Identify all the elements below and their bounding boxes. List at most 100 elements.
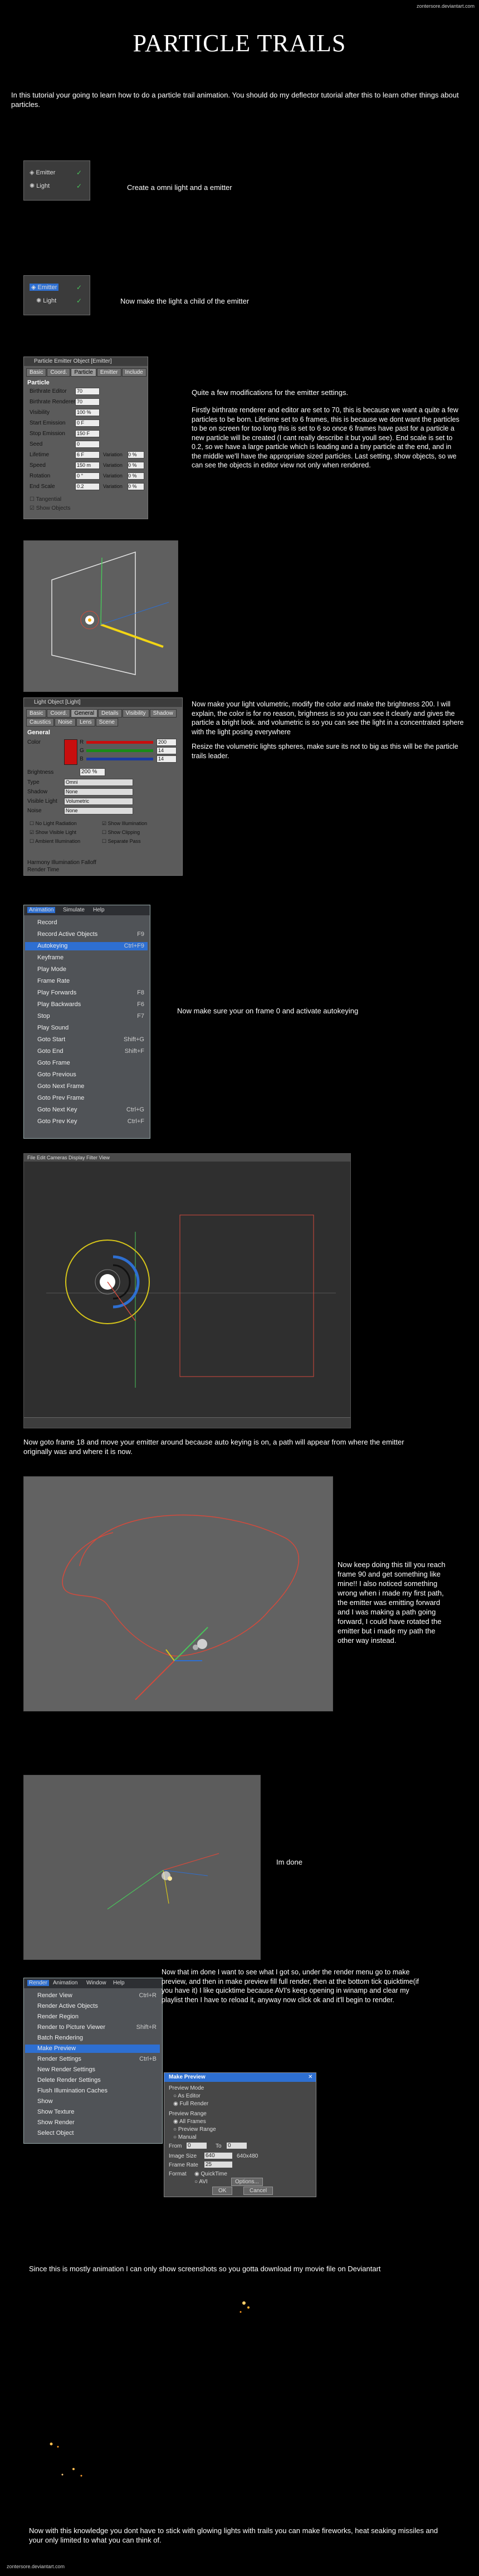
render-menu-item[interactable]: Make Preview (25, 2045, 160, 2053)
image-size-field[interactable]: 640 (204, 2153, 232, 2159)
tab-lens[interactable]: Lens (76, 718, 95, 726)
emitter-row-field[interactable]: 150 m (75, 462, 100, 469)
render-menu-item[interactable]: Select Object (25, 2129, 160, 2138)
menu-render[interactable]: Render (27, 1980, 49, 1986)
checkbox-show-objects[interactable]: ☑ Show Objects (30, 505, 70, 511)
variation-field[interactable]: 0 % (128, 451, 144, 458)
menu-item[interactable]: Keyframe (25, 954, 148, 962)
render-menu-item[interactable]: Show Texture (25, 2108, 160, 2116)
light-checkbox[interactable]: ☐ Separate Pass (102, 838, 141, 845)
menu-item[interactable]: Goto Frame (25, 1059, 148, 1067)
viewport-3d-3[interactable] (23, 1476, 333, 1711)
emitter-row-field[interactable]: 0 F (75, 419, 100, 427)
emitter-row-field[interactable]: 150 F (75, 430, 100, 437)
render-menu-item[interactable]: Render View Ctrl+R (25, 1992, 160, 2000)
viewport-3d-2[interactable]: File Edit Cameras Display Filter View (23, 1153, 351, 1428)
light-checkbox[interactable]: ☐ Show Clipping (102, 830, 140, 836)
radio-full-render[interactable]: ◉ Full Render (173, 2101, 208, 2107)
object-emitter-1[interactable]: ◈ Emitter (30, 169, 55, 176)
color-swatch[interactable] (64, 739, 77, 765)
checkbox-tangential[interactable]: ☐ Tangential (30, 496, 61, 502)
light-checkbox[interactable]: ☐ Ambient Illumination (30, 838, 80, 845)
menu-item[interactable]: Goto Prev Key Ctrl+F (25, 1118, 148, 1126)
menu-item[interactable]: Goto Next Frame (25, 1082, 148, 1091)
light-row-dropdown[interactable]: Omni (64, 779, 133, 786)
emitter-row-field[interactable]: 0 (75, 441, 100, 448)
viewport-menu[interactable]: File Edit Cameras Display Filter View (24, 1154, 350, 1162)
render-menu-item[interactable]: Show (25, 2097, 160, 2106)
from-field[interactable]: 0 (187, 2143, 207, 2149)
tab-noise[interactable]: Noise (55, 718, 76, 726)
menu-item[interactable]: Play Forwards F8 (25, 989, 148, 997)
menu-item[interactable]: Play Mode (25, 965, 148, 974)
variation-field[interactable]: 0 % (128, 472, 144, 480)
menu-simulate[interactable]: Simulate (63, 907, 85, 913)
render-menu-item[interactable]: Render to Picture Viewer Shift+R (25, 2023, 160, 2032)
tab-basic[interactable]: Basic (26, 709, 47, 718)
menu-animation[interactable]: Animation (53, 1980, 77, 1986)
close-icon[interactable]: ✕ (308, 2074, 312, 2080)
tab-caustics[interactable]: Caustics (26, 718, 55, 726)
channel-slider[interactable] (86, 758, 153, 760)
menu-help[interactable]: Help (113, 1980, 125, 1986)
light-row-dropdown[interactable]: None (64, 788, 133, 796)
render-menu-item[interactable]: Flush Illumination Caches (25, 2087, 160, 2095)
menu-item[interactable]: Goto End Shift+F (25, 1047, 148, 1056)
menu-item[interactable]: Play Sound (25, 1024, 148, 1032)
channel-field[interactable]: 14 (157, 755, 177, 763)
menu-item[interactable]: Play Backwards F6 (25, 1001, 148, 1009)
light-checkbox[interactable]: ☑ Show Visible Light (30, 830, 76, 836)
tab-scene[interactable]: Scene (95, 718, 118, 726)
render-menu-item[interactable]: Render Active Objects (25, 2002, 160, 2011)
ok-button[interactable]: OK (212, 2187, 233, 2195)
timeline[interactable] (24, 1417, 350, 1428)
menu-item[interactable]: Goto Prev Frame (25, 1094, 148, 1102)
light-checkbox[interactable]: ☐ No Light Radiation (30, 821, 77, 827)
viewport-3d-4[interactable] (23, 1775, 261, 1960)
variation-field[interactable]: 0 % (128, 483, 144, 490)
radio-avi[interactable]: ○ AVI (173, 2179, 208, 2185)
radio-manual[interactable]: ○ Manual (173, 2134, 197, 2140)
light-checkbox[interactable]: ☑ Show Illumination (102, 821, 147, 827)
menu-item[interactable]: Record (25, 919, 148, 927)
light-row-dropdown[interactable]: None (64, 807, 133, 814)
to-field[interactable]: 0 (227, 2143, 247, 2149)
tab-shadow[interactable]: Shadow (149, 709, 177, 718)
menu-help[interactable]: Help (93, 907, 105, 913)
menu-window[interactable]: Window (86, 1980, 106, 1986)
emitter-row-field[interactable]: 6 F (75, 451, 100, 458)
object-light-1[interactable]: ✺ Light (30, 182, 50, 189)
menu-item[interactable]: Record Active Objects F9 (25, 930, 148, 939)
brightness-field[interactable]: 200 % (80, 768, 105, 776)
radio-as-editor[interactable]: ○ As Editor (173, 2093, 201, 2099)
menu-item[interactable]: Stop F7 (25, 1012, 148, 1021)
radio-quicktime[interactable]: ◉ QuickTime (173, 2171, 227, 2177)
tab-general[interactable]: General (71, 709, 98, 718)
menu-item[interactable]: Autokeying Ctrl+F9 (25, 942, 148, 950)
menu-item[interactable]: Frame Rate (25, 977, 148, 985)
render-menu-item[interactable]: Batch Rendering (25, 2034, 160, 2042)
options-button[interactable]: Options... (231, 2178, 263, 2186)
tab-visibility[interactable]: Visibility (122, 709, 149, 718)
menu-item[interactable]: Goto Start Shift+G (25, 1036, 148, 1044)
light-row-dropdown[interactable]: Volumetric (64, 798, 133, 805)
object-light-2[interactable]: ✺ Light (36, 297, 56, 304)
emitter-row-field[interactable]: 0.2 (75, 483, 100, 490)
object-emitter-2[interactable]: ◈ Emitter (30, 284, 59, 291)
tab-emitter[interactable]: Emitter (96, 368, 121, 377)
emitter-row-field[interactable]: 70 (75, 388, 100, 395)
variation-field[interactable]: 0 % (128, 462, 144, 469)
render-menu-item[interactable]: Render Settings Ctrl+B (25, 2055, 160, 2063)
tab-particle[interactable]: Particle (71, 368, 96, 377)
frame-rate-field[interactable]: 25 (204, 2162, 232, 2168)
render-menu-item[interactable]: New Render Settings (25, 2066, 160, 2074)
channel-field[interactable]: 200 (157, 739, 177, 746)
channel-field[interactable]: 14 (157, 747, 177, 754)
emitter-row-field[interactable]: 70 (75, 398, 100, 406)
tab-coord[interactable]: Coord. (47, 709, 71, 718)
channel-slider[interactable] (86, 749, 153, 752)
render-menu-item[interactable]: Show Render (25, 2119, 160, 2127)
tab-coord[interactable]: Coord. (47, 368, 71, 377)
tab-include[interactable]: Include (121, 368, 146, 377)
viewport-3d-1[interactable] (23, 540, 178, 692)
